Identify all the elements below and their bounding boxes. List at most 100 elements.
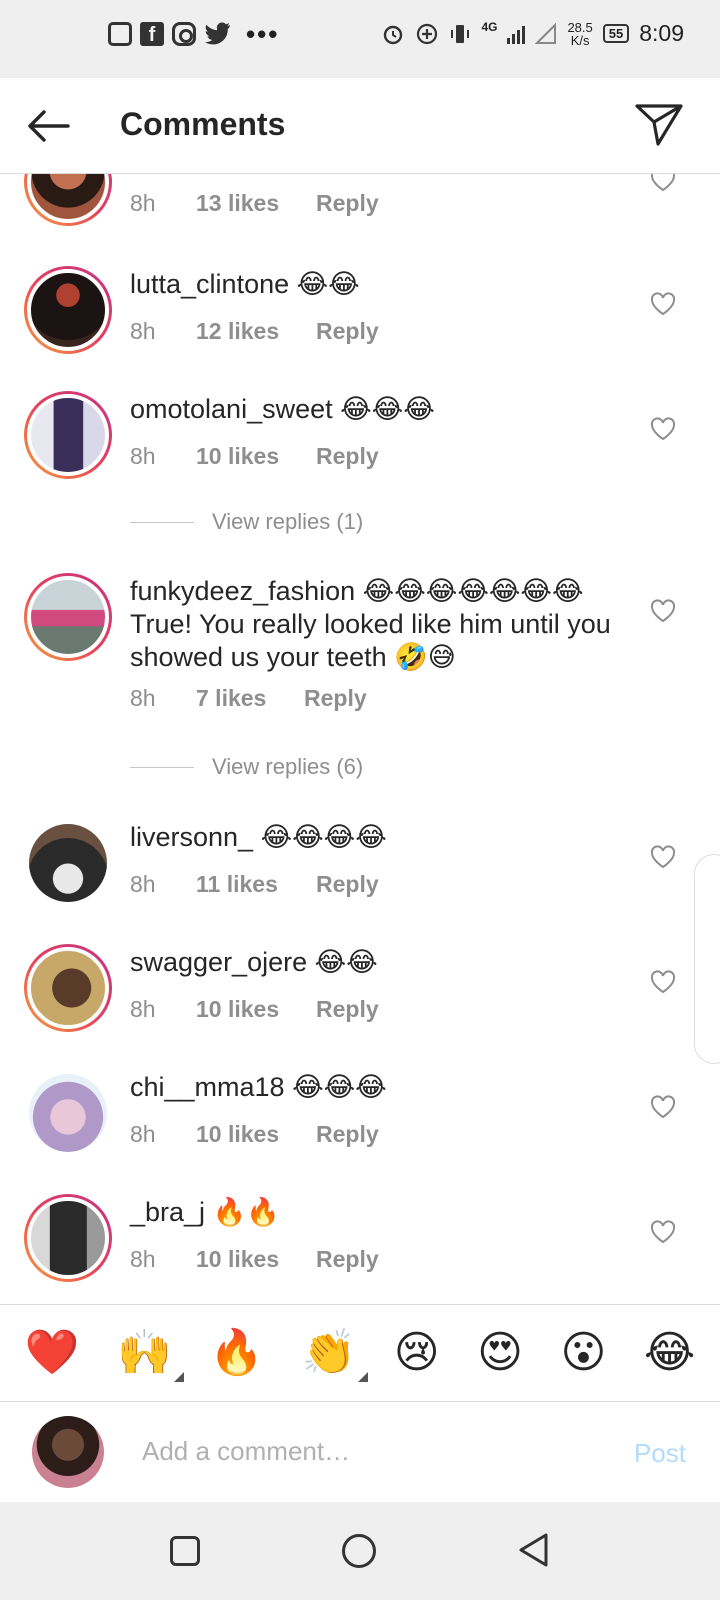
comment-time: 8h [130,1246,156,1272]
reply-button[interactable]: Reply [316,443,379,470]
comment-input[interactable] [142,1428,582,1474]
comment-likes[interactable]: 10 likes [196,443,316,470]
reply-button[interactable]: Reply [316,871,379,898]
like-heart-icon[interactable] [650,599,676,623]
comment-time: 8h [130,318,156,344]
comment-likes[interactable]: 10 likes [196,996,316,1023]
comment-likes[interactable]: 13 likes [196,190,316,217]
back-arrow-icon[interactable] [24,106,72,146]
like-heart-icon[interactable] [650,292,676,316]
home-icon[interactable] [342,1534,376,1568]
direct-send-icon[interactable] [634,102,684,148]
battery-level: 55 [608,26,624,41]
instagram-icon [172,22,196,46]
avatar[interactable] [24,174,112,226]
avatar-image [27,174,109,223]
avatar-image [27,576,109,658]
view-replies-button[interactable]: View replies (1) [130,509,363,535]
comment-likes[interactable]: 12 likes [196,318,316,345]
like-heart-icon[interactable] [650,1220,676,1244]
avatar[interactable] [24,573,112,661]
surprised-emoji-button[interactable]: 😮 [560,1328,606,1378]
clapping-emoji: 👏 [301,1327,357,1378]
comment-username[interactable]: lutta_clintone [130,269,289,299]
comments-list[interactable]: 8h 13 likes Reply lutta_clintone 😂😂 8h 1… [0,174,720,1304]
like-heart-icon[interactable] [650,970,676,994]
status-bar: f ••• 4G 28.5 K/s 55 8:09 [0,0,720,78]
avatar[interactable] [24,1069,112,1157]
reply-button[interactable]: Reply [316,1246,379,1273]
reply-button[interactable]: Reply [304,685,367,712]
comment-meta: 8h 12 likes Reply [130,318,379,345]
comment-time: 8h [130,871,156,897]
comment-likes[interactable]: 10 likes [196,1246,316,1273]
more-notifications-icon: ••• [246,19,280,49]
comment-likes[interactable]: 11 likes [196,871,316,898]
avatar-image [27,394,109,476]
clapping-emoji-button[interactable]: 👏 [301,1327,369,1382]
comment-text: chi__mma18 😂😂😂 [130,1071,630,1104]
comment-time: 8h [130,1121,156,1147]
avatar[interactable] [24,266,112,354]
comment-text: funkydeez_fashion 😂😂😂😂😂😂😂 True! You real… [130,575,630,674]
comment-meta: 8h 10 likes Reply [130,443,379,470]
like-heart-icon[interactable] [650,417,676,441]
emoji-quick-bar: ❤️ 🙌 🔥 👏 😢 😍 😮 😂 [0,1304,720,1402]
avatar[interactable] [24,819,112,907]
current-user-avatar [32,1416,104,1488]
comment-username[interactable]: swagger_ojere [130,947,307,977]
skin-tone-indicator-icon [358,1372,369,1382]
avatar[interactable] [24,944,112,1032]
data-saver-icon [417,23,438,44]
divider-line [130,766,194,768]
comment-username[interactable]: omotolani_sweet [130,394,333,424]
comment-time: 8h [130,685,156,711]
heart-eyes-emoji-button[interactable]: 😍 [477,1328,523,1378]
comment-username[interactable]: _bra_j [130,1197,205,1227]
avatar-image [27,269,109,351]
comment-meta: 8h 10 likes Reply [130,996,379,1023]
alarm-icon [384,25,403,44]
reply-button[interactable]: Reply [316,190,379,217]
recent-apps-icon[interactable] [170,1536,200,1566]
comment-username[interactable]: chi__mma18 [130,1072,285,1102]
fire-emoji-button[interactable]: 🔥 [209,1328,264,1378]
view-replies-button[interactable]: View replies (6) [130,754,363,780]
news-icon [108,22,132,46]
raising-hands-emoji-button[interactable]: 🙌 [117,1328,184,1382]
net-speed: 28.5 K/s [567,21,592,47]
reply-button[interactable]: Reply [316,996,379,1023]
comment-body: 😂😂 [289,269,360,299]
like-heart-icon[interactable] [650,845,676,869]
comment-body: 😂😂😂 [332,394,435,424]
comment-meta: 8h 10 likes Reply [130,1121,379,1148]
comment-text: lutta_clintone 😂😂 [130,268,630,301]
comment-likes[interactable]: 10 likes [196,1121,316,1148]
heart-emoji-button[interactable]: ❤️ [25,1328,80,1378]
comment-text: liversonn_ 😂😂😂😂 [130,821,630,854]
reply-button[interactable]: Reply [316,1121,379,1148]
comment-likes[interactable]: 7 likes [196,685,304,712]
facebook-icon: f [140,22,164,46]
comment-meta: 8h 7 likes Reply [130,685,367,712]
like-heart-icon[interactable] [650,1095,676,1119]
comment-meta: 8h 11 likes Reply [130,871,379,898]
system-back-icon[interactable] [516,1532,550,1568]
avatar-image [27,947,109,1029]
scroll-handle[interactable] [694,854,720,1064]
post-button[interactable]: Post [634,1438,686,1469]
comment-body: 😂😂😂 [284,1072,387,1102]
crying-emoji-button[interactable]: 😢 [394,1328,440,1378]
comment-time: 8h [130,190,156,216]
like-heart-icon[interactable] [650,174,676,192]
comment-time: 8h [130,996,156,1022]
avatar[interactable] [24,1194,112,1282]
comment-username[interactable]: liversonn_ [130,822,253,852]
signal-icon [507,24,526,44]
system-nav-bar [0,1502,720,1600]
laughing-emoji-button[interactable]: 😂 [644,1328,695,1378]
comment-username[interactable]: funkydeez_fashion [130,576,355,606]
avatar[interactable] [24,391,112,479]
divider-line [130,521,194,523]
reply-button[interactable]: Reply [316,318,379,345]
